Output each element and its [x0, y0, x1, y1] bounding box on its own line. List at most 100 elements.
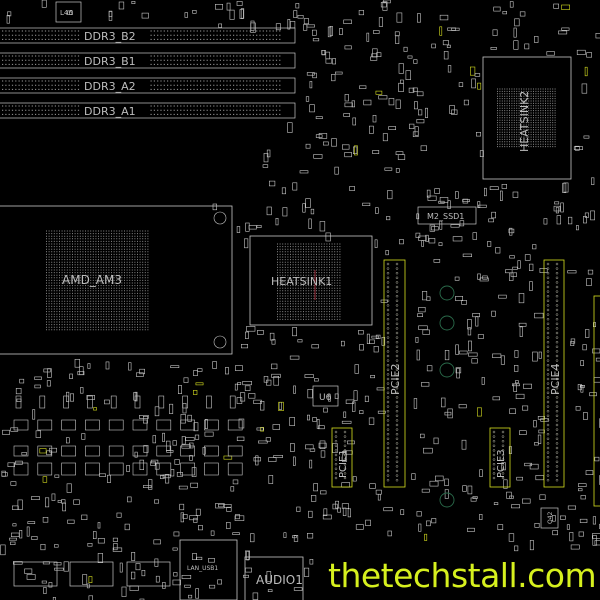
component[interactable]: [196, 556, 203, 561]
component[interactable]: [396, 12, 403, 23]
component[interactable]: [305, 143, 311, 149]
component[interactable]: [310, 208, 315, 215]
component[interactable]: [193, 370, 198, 376]
component[interactable]: [244, 238, 249, 249]
component[interactable]: [567, 505, 577, 510]
boardview-canvas[interactable]: DDR3_B2 DDR3_B1 DDR3_A2 DDR3_A1 L46 AMD_…: [0, 0, 600, 600]
component[interactable]: [259, 400, 265, 411]
component[interactable]: [67, 519, 75, 524]
component[interactable]: [543, 218, 548, 225]
vrm-component[interactable]: [61, 419, 76, 431]
component[interactable]: [353, 390, 358, 401]
component[interactable]: [66, 437, 70, 444]
component[interactable]: [263, 376, 269, 383]
component[interactable]: [513, 40, 519, 50]
component[interactable]: [369, 483, 376, 489]
component[interactable]: [341, 482, 351, 488]
component[interactable]: [359, 410, 364, 415]
component[interactable]: [70, 393, 75, 402]
component[interactable]: [411, 473, 416, 480]
component[interactable]: [195, 508, 201, 516]
component[interactable]: [81, 514, 88, 520]
component[interactable]: [16, 398, 22, 403]
component[interactable]: [471, 358, 478, 364]
component[interactable]: [87, 363, 91, 369]
component[interactable]: [586, 52, 592, 58]
heatsink2[interactable]: HEATSINK2: [482, 56, 572, 180]
component[interactable]: [532, 351, 538, 362]
component[interactable]: [287, 18, 291, 30]
component[interactable]: [577, 483, 587, 487]
component[interactable]: [88, 576, 93, 583]
component[interactable]: [388, 98, 395, 106]
component[interactable]: [439, 26, 443, 36]
component[interactable]: [12, 523, 17, 527]
component[interactable]: [594, 540, 600, 546]
component[interactable]: [421, 240, 425, 247]
component[interactable]: [578, 531, 584, 537]
component[interactable]: [535, 475, 544, 481]
component[interactable]: [449, 105, 455, 114]
component[interactable]: [555, 207, 559, 214]
vrm-component[interactable]: [85, 419, 100, 431]
vrm-component[interactable]: [37, 462, 53, 476]
component[interactable]: [427, 195, 437, 201]
component[interactable]: [587, 269, 594, 275]
component[interactable]: [366, 333, 370, 345]
component[interactable]: [24, 568, 33, 574]
component[interactable]: [384, 167, 393, 171]
component[interactable]: [273, 455, 284, 458]
component[interactable]: [35, 430, 41, 438]
component[interactable]: [429, 224, 435, 232]
component[interactable]: [593, 377, 600, 383]
vrm-component[interactable]: [156, 419, 172, 431]
pcie2-slot[interactable]: PCIE2: [383, 259, 406, 488]
component[interactable]: [357, 330, 364, 335]
vrm-component[interactable]: [132, 419, 148, 431]
component[interactable]: [552, 530, 558, 536]
component[interactable]: [472, 232, 477, 240]
component[interactable]: [426, 296, 431, 301]
component[interactable]: [325, 51, 330, 60]
component[interactable]: [444, 489, 449, 499]
component[interactable]: [491, 310, 496, 317]
component[interactable]: [195, 588, 200, 599]
component[interactable]: [306, 24, 315, 28]
component[interactable]: [192, 10, 197, 14]
component[interactable]: [262, 164, 269, 168]
component[interactable]: [63, 561, 69, 572]
component[interactable]: [141, 569, 146, 577]
component[interactable]: [309, 459, 313, 469]
component[interactable]: [352, 476, 357, 482]
component[interactable]: [529, 281, 533, 291]
component[interactable]: [129, 585, 139, 591]
component[interactable]: [39, 448, 47, 454]
component[interactable]: [269, 332, 275, 341]
component[interactable]: [212, 361, 217, 369]
component[interactable]: [441, 397, 446, 408]
component[interactable]: [212, 203, 218, 211]
component[interactable]: [420, 382, 430, 387]
component[interactable]: [108, 10, 113, 21]
vrm-component[interactable]: [63, 395, 69, 409]
component[interactable]: [197, 368, 203, 372]
vrm-component[interactable]: [87, 395, 93, 409]
component[interactable]: [226, 2, 231, 11]
component[interactable]: [481, 376, 485, 385]
component[interactable]: [11, 532, 20, 538]
component[interactable]: [297, 15, 304, 19]
component[interactable]: [15, 387, 22, 395]
component[interactable]: [320, 450, 326, 458]
component[interactable]: [248, 393, 256, 399]
component[interactable]: [454, 276, 460, 281]
component[interactable]: [47, 368, 52, 378]
component[interactable]: [275, 23, 281, 31]
component[interactable]: [337, 507, 342, 513]
component[interactable]: [529, 263, 534, 272]
component[interactable]: [417, 109, 423, 116]
component[interactable]: [514, 364, 519, 372]
component[interactable]: [19, 529, 23, 539]
component[interactable]: [97, 538, 105, 544]
component[interactable]: [250, 20, 255, 31]
component[interactable]: [370, 375, 375, 379]
